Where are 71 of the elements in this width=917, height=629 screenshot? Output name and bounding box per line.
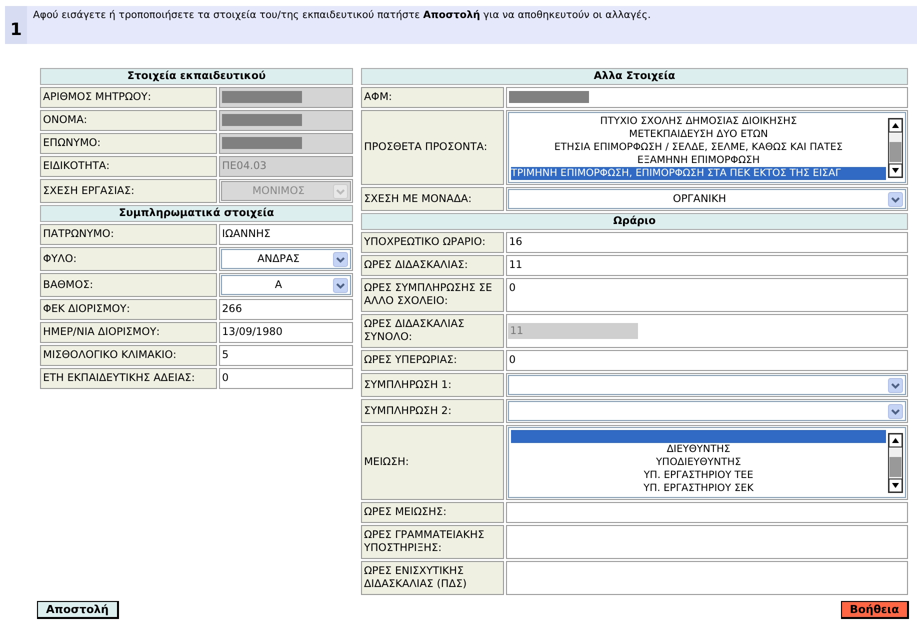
section-header: Συμπληρωματικά στοιχεία [40,205,353,222]
field-label: ΠΑΤΡΩΝΥΜΟ: [40,224,217,245]
list-option[interactable]: ΥΠ. ΕΡΓΑΣΤΗΡΙΟΥ ΣΕΚ [511,482,886,495]
help-button[interactable]: Βοήθεια [840,601,909,619]
section-header: Αλλα Στοιχεία [361,68,908,85]
field-label: ΟΝΟΜΑ: [40,110,217,131]
text-field[interactable]: 266 [219,299,353,320]
scrollbar[interactable] [888,118,903,178]
field-label: ΠΡΟΣΘΕΤΑ ΠΡΟΣΟΝΤΑ: [361,110,504,185]
field-label: ΩΡΕΣ ΓΡΑΜΜΑΤΕΙΑΚΗΣ ΥΠΟΣΤΗΡΙΞΗΣ: [361,525,504,559]
section-header: Στοιχεία εκπαιδευτικού [40,68,353,85]
text-field[interactable]: 11 [506,255,908,276]
field-label: ΦΕΚ ΔΙΟΡΙΣΜΟΥ: [40,299,217,320]
field-label: ΩΡΕΣ ΕΝΙΣΧΥΤΙΚΗΣ ΔΙΔΑΣΚΑΛΙΑΣ (ΠΔΣ) [361,561,504,595]
field-label: ΗΜΕΡ/ΝΙΑ ΔΙΟΡΙΣΜΟΥ: [40,322,217,343]
text-field[interactable] [506,525,908,559]
field-label: ΦΥΛΟ: [40,247,217,271]
field-label: ΩΡΕΣ ΔΙΔΑΣΚΑΛΙΑΣ ΣΥΝΟΛΟ: [361,314,504,348]
section-header: Ωράριο [361,213,908,230]
list-option[interactable]: ΥΠΟΔΙΕΥΘΥΝΤΗΣ [511,456,886,469]
caret-icon [333,184,348,198]
text-field[interactable] [506,87,908,108]
dropdown[interactable] [508,401,906,421]
field-label: ΜΕΙΩΣΗ: [361,425,504,500]
text-field[interactable]: 0 [506,350,908,371]
field-label: ΣΧΕΣΗ ΕΡΓΑΣΙΑΣ: [40,179,217,203]
field-label: ΣΥΜΠΛΗΡΩΣΗ 2: [361,399,504,423]
list-box[interactable]: ΠΤΥΧΙΟ ΣΧΟΛΗΣ ΔΗΜΟΣΙΑΣ ΔΙΟΙΚΗΣΗΣ ΜΕΤΕΚΠΑΙΔΕΥΣΗ ΔΥΟ ΕΤΩΝ ΕΤΗΣΙΑ ΕΠΙΜΟΡΦΩΣΗ / ΣΕΛΔΕ, ΣΕΛΜΕ, ΚΑΘΩΣ ΚΑΙ ΠΑΤΕΣ ΕΞΑΜΗΝΗ ΕΠΙΜΟΡΦΩΣΗ ΤΡΙΜΗΝΗ ΕΠΙΜΟΡΦΩΣΗ, ΕΠΙΜΟΡΦΩΣΗ ΣΤΑ ΠΕΚ ΕΚΤΟΣ ΤΗΣ ΕΙΣΑΓ [508,112,906,183]
dropdown[interactable] [508,375,906,395]
dropdown[interactable]: Α [221,275,351,295]
text-field[interactable]: ΙΩΑΝΝΗΣ [219,224,353,245]
list-box[interactable]: ΔΙΕΥΘΥΝΤΗΣ ΥΠΟΔΙΕΥΘΥΝΤΗΣ ΥΠ. ΕΡΓΑΣΤΗΡΙΟΥ ΤΕΕ ΥΠ. ΕΡΓΑΣΤΗΡΙΟΥ ΣΕΚ [508,427,906,498]
text-field[interactable] [506,502,908,523]
field-label: ΥΠΟΧΡΕΩΤΙΚΟ ΩΡΑΡΙΟ: [361,232,504,253]
dropdown[interactable]: ΟΡΓΑΝΙΚΗ [508,189,906,209]
caret-icon [333,252,348,266]
caret-icon [333,278,348,292]
text-field[interactable]: 5 [219,345,353,366]
text-field[interactable]: 13/09/1980 [219,322,353,343]
step-number: 1 [5,6,27,44]
text-field[interactable] [506,561,908,595]
field-label: ΕΠΩΝΥΜΟ: [40,133,217,154]
list-option[interactable]: ΜΕΤΕΚΠΑΙΔΕΥΣΗ ΔΥΟ ΕΤΩΝ [511,128,886,141]
field-label: ΩΡΕΣ ΜΕΙΩΣΗΣ: [361,502,504,523]
list-option[interactable]: ΔΙΕΥΘΥΝΤΗΣ [511,443,886,456]
list-option[interactable]: ΕΤΗΣΙΑ ΕΠΙΜΟΡΦΩΣΗ / ΣΕΛΔΕ, ΣΕΛΜΕ, ΚΑΘΩΣ ΚΑΙ ΠΑΤΕΣ [511,141,886,154]
scrollbar[interactable] [888,432,903,492]
field-label: ΕΤΗ ΕΚΠΑΙΔΕΥΤΙΚΗΣ ΑΔΕΙΑΣ: [40,368,217,389]
dropdown[interactable]: ΑΝΔΡΑΣ [221,249,351,269]
field-label: ΑΡΙΘΜΟΣ ΜΗΤΡΩΟΥ: [40,87,217,108]
field-label: ΑΦΜ: [361,87,504,108]
instruction-text: Αφού εισάγετε ή τροποποιήσετε τα στοιχεία του/της εκπαιδευτικού πατήστε Αποστολή για να αποθηκευτούν οι αλλαγές. [33,9,651,23]
text-field[interactable]: 0 [219,368,353,389]
list-option[interactable]: ΠΤΥΧΙΟ ΣΧΟΛΗΣ ΔΗΜΟΣΙΑΣ ΔΙΟΙΚΗΣΗΣ [511,115,886,128]
field-label: ΩΡΕΣ ΥΠΕΡΩΡΙΑΣ: [361,350,504,371]
text-field[interactable]: 0 [506,278,908,312]
submit-button[interactable]: Αποστολή [37,601,119,619]
caret-icon [888,404,903,418]
list-option[interactable]: ΥΠ. ΕΡΓΑΣΤΗΡΙΟΥ ΤΕΕ [511,469,886,482]
caret-icon [888,378,903,392]
text-field[interactable]: 16 [506,232,908,253]
field-label: ΩΡΕΣ ΔΙΔΑΣΚΑΛΙΑΣ: [361,255,504,276]
list-option[interactable]: ΕΞΑΜΗΝΗ ΕΠΙΜΟΡΦΩΣΗ [511,154,886,167]
field-label: ΩΡΕΣ ΣΥΜΠΛΗΡΩΣΗΣ ΣΕ ΑΛΛΟ ΣΧΟΛΕΙΟ: [361,278,504,312]
caret-icon [888,192,903,206]
field-label: ΒΑΘΜΟΣ: [40,273,217,297]
field-label: ΕΙΔΙΚΟΤΗΤΑ: [40,156,217,177]
field-label: ΜΙΣΘΟΛΟΓΙΚΟ ΚΛΙΜΑΚΙΟ: [40,345,217,366]
field-label: ΣΥΜΠΛΗΡΩΣΗ 1: [361,373,504,397]
field-label: ΣΧΕΣΗ ΜΕ ΜΟΝΑΔΑ: [361,187,504,211]
list-option[interactable]: ΤΡΙΜΗΝΗ ΕΠΙΜΟΡΦΩΣΗ, ΕΠΙΜΟΡΦΩΣΗ ΣΤΑ ΠΕΚ ΕΚΤΟΣ ΤΗΣ ΕΙΣΑΓ [511,167,886,180]
